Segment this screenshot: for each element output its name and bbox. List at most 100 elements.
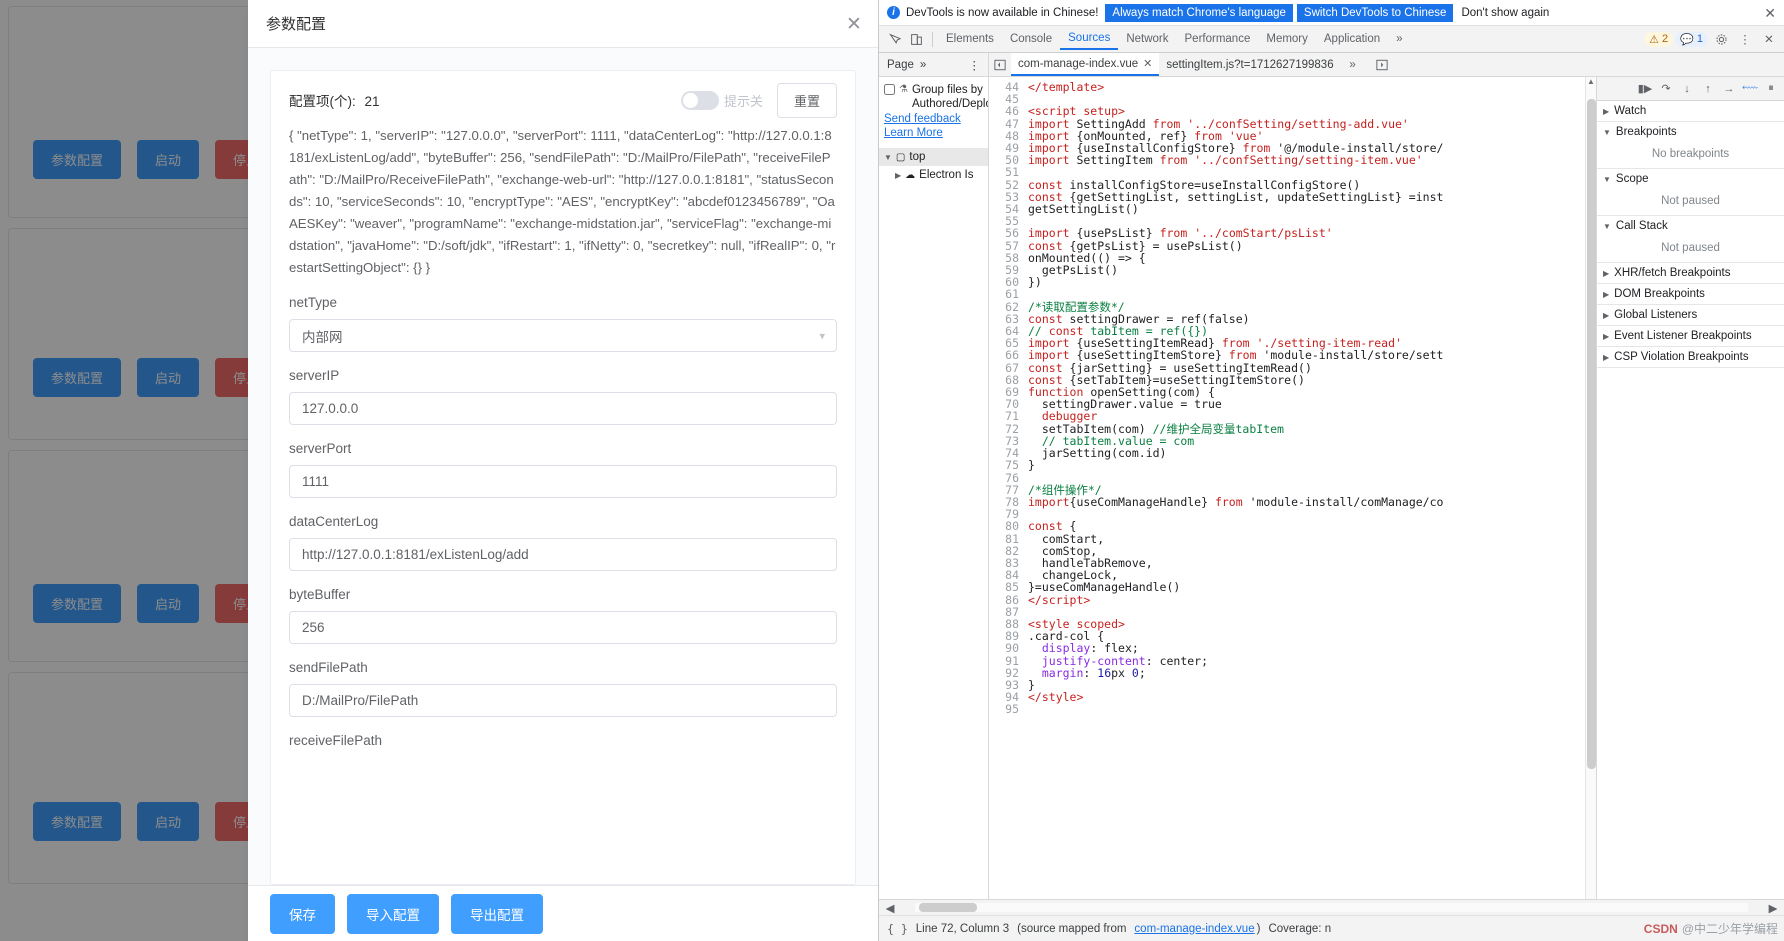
tab-elements[interactable]: Elements: [938, 29, 1002, 49]
tree-node-top[interactable]: ▼ ▢ top: [879, 148, 988, 166]
sendFilePath-input[interactable]: [289, 684, 837, 717]
netType-select-wrap[interactable]: ▾: [289, 319, 837, 352]
serverPort-input[interactable]: [289, 465, 837, 498]
close-icon[interactable]: ✕: [1143, 57, 1152, 70]
sidebar-section-global-listeners[interactable]: ▶ Global Listeners: [1597, 305, 1784, 326]
export-config-button[interactable]: 导出配置: [451, 893, 543, 934]
field-label: receiveFilePath: [289, 733, 383, 748]
section-header[interactable]: ▶ Global Listeners: [1597, 305, 1784, 325]
scrollbar-thumb[interactable]: [919, 903, 977, 912]
section-header[interactable]: ▶ CSP Violation Breakpoints: [1597, 347, 1784, 367]
tab-network[interactable]: Network: [1118, 29, 1176, 49]
step-icon[interactable]: →: [1720, 80, 1738, 98]
send-feedback-link[interactable]: Send feedback: [879, 112, 988, 126]
sidebar-section-event-listener-breakpoints[interactable]: ▶ Event Listener Breakpoints: [1597, 326, 1784, 347]
scroll-up-arrow-icon[interactable]: ▲: [1586, 77, 1596, 86]
devtools-tabbar-right: ⚠ 2 💬 1 ⋮ ✕: [1644, 29, 1780, 49]
source-map-link[interactable]: com-manage-index.vue: [1134, 923, 1254, 935]
netType-select[interactable]: [289, 319, 837, 352]
scroll-left-arrow-icon[interactable]: ◀: [879, 898, 901, 918]
dont-show-again-link[interactable]: Don't show again: [1461, 7, 1549, 19]
page-overflow-icon[interactable]: »: [920, 59, 926, 71]
section-header[interactable]: ▶ Watch: [1597, 101, 1784, 121]
kebab-menu-icon[interactable]: ⋮: [969, 58, 981, 72]
hint-switch[interactable]: 提示关: [680, 90, 763, 110]
source-code[interactable]: 44 </template> 45 46 <script setup> 47 impo…: [989, 77, 1596, 716]
scrollbar-thumb[interactable]: [1587, 99, 1596, 769]
section-header[interactable]: ▶ DOM Breakpoints: [1597, 284, 1784, 304]
scroll-right-arrow-icon[interactable]: ▶: [1762, 898, 1784, 918]
close-icon[interactable]: ✕: [1764, 6, 1776, 20]
tree-node-electron[interactable]: ▶ ☁ Electron Is: [879, 166, 988, 184]
sidebar-section-watch[interactable]: ▶ Watch: [1597, 101, 1784, 122]
section-empty-text: Not paused: [1661, 195, 1720, 207]
devtools-panel: i DevTools is now available in Chinese! …: [878, 0, 1784, 941]
group-files-checkbox[interactable]: [884, 84, 895, 95]
switch-to-chinese-button[interactable]: Switch DevTools to Chinese: [1296, 3, 1454, 22]
section-header[interactable]: ▼ Call Stack: [1597, 216, 1784, 236]
message-count: 1: [1696, 33, 1703, 45]
file-tab-settingitem[interactable]: settingItem.js?t=1712627199836: [1159, 53, 1340, 76]
section-header[interactable]: ▼ Breakpoints: [1597, 122, 1784, 142]
kebab-menu-icon[interactable]: ⋮: [1734, 29, 1756, 49]
tab-sources[interactable]: Sources: [1060, 28, 1119, 50]
section-header[interactable]: ▶ XHR/fetch Breakpoints: [1597, 263, 1784, 283]
chevron-down-icon: ▼: [1603, 174, 1611, 184]
horizontal-scrollbar[interactable]: [915, 903, 1748, 912]
switch-track[interactable]: [680, 90, 719, 110]
tab-console[interactable]: Console: [1002, 29, 1060, 49]
sidebar-section-dom-breakpoints[interactable]: ▶ DOM Breakpoints: [1597, 284, 1784, 305]
tab-application[interactable]: Application: [1316, 29, 1388, 49]
cursor-position: Line 72, Column 3: [915, 922, 1010, 935]
files-overflow-icon[interactable]: »: [1341, 55, 1365, 75]
close-icon[interactable]: ✕: [1758, 29, 1780, 49]
form-field-byteBuffer: byteBuffer: [289, 587, 837, 644]
tab-performance[interactable]: Performance: [1177, 29, 1259, 49]
sidebar-section-xhr-breakpoints[interactable]: ▶ XHR/fetch Breakpoints: [1597, 263, 1784, 284]
serverIP-input[interactable]: [289, 392, 837, 425]
resume-script-icon[interactable]: ▮▶: [1636, 80, 1654, 98]
gear-icon[interactable]: [1710, 29, 1732, 49]
sidebar-section-call-stack[interactable]: ▼ Call Stack Not paused: [1597, 216, 1784, 263]
tab-memory[interactable]: Memory: [1258, 29, 1316, 49]
file-tab-com-manage-index[interactable]: com-manage-index.vue ✕: [1011, 53, 1160, 76]
warning-count-badge[interactable]: ⚠ 2: [1644, 31, 1674, 47]
chevron-right-icon: ▶: [1603, 268, 1610, 278]
tree-node-label: Electron Is: [919, 169, 974, 181]
step-into-icon[interactable]: ↓: [1678, 80, 1696, 98]
import-config-button[interactable]: 导入配置: [347, 893, 439, 934]
sidebar-section-breakpoints[interactable]: ▼ Breakpoints No breakpoints: [1597, 122, 1784, 169]
sidebar-section-scope[interactable]: ▼ Scope Not paused: [1597, 169, 1784, 216]
tabs-overflow-icon[interactable]: »: [1388, 29, 1410, 49]
chevron-down-icon: ▼: [1603, 221, 1611, 231]
byteBuffer-input[interactable]: [289, 611, 837, 644]
deactivate-breakpoints-icon[interactable]: ⬳: [1741, 80, 1759, 98]
message-count-badge[interactable]: 💬 1: [1675, 31, 1708, 47]
code-vertical-scrollbar[interactable]: ▲: [1585, 77, 1596, 899]
drawer-title: 参数配置: [266, 16, 327, 33]
close-icon[interactable]: ✕: [840, 10, 868, 38]
step-over-icon[interactable]: ↷: [1657, 80, 1675, 98]
pretty-print-icon[interactable]: { }: [887, 922, 908, 936]
source-code-viewer[interactable]: 44 </template> 45 46 <script setup> 47 impo…: [989, 77, 1596, 899]
form-field-netType: netType ▾: [289, 295, 837, 352]
always-match-language-button[interactable]: Always match Chrome's language: [1105, 3, 1293, 22]
open-file-tabs: com-manage-index.vue ✕ settingItem.js?t=…: [989, 53, 1784, 76]
section-label: Event Listener Breakpoints: [1614, 330, 1752, 342]
device-toolbar-icon[interactable]: [905, 29, 927, 49]
pause-on-exceptions-icon[interactable]: ⏸: [1762, 80, 1780, 98]
sidebar-section-csp-violation-breakpoints[interactable]: ▶ CSP Violation Breakpoints: [1597, 347, 1784, 368]
show-navigator-icon[interactable]: [1371, 55, 1393, 75]
reset-button[interactable]: 重置: [776, 82, 837, 118]
section-header[interactable]: ▶ Event Listener Breakpoints: [1597, 326, 1784, 346]
learn-more-link[interactable]: Learn More: [879, 126, 988, 140]
step-out-icon[interactable]: ↑: [1699, 80, 1717, 98]
inspect-element-icon[interactable]: [883, 29, 905, 49]
group-files-checkbox-row[interactable]: ⚗ Group files by Authored/Deployed: [879, 82, 988, 112]
collapse-navigator-icon[interactable]: [989, 55, 1011, 75]
section-header[interactable]: ▼ Scope: [1597, 169, 1784, 189]
dataCenterLog-input[interactable]: [289, 538, 837, 571]
save-button[interactable]: 保存: [270, 893, 335, 934]
tab-page[interactable]: Page: [887, 59, 914, 71]
file-tab-label: settingItem.js?t=1712627199836: [1166, 58, 1334, 71]
